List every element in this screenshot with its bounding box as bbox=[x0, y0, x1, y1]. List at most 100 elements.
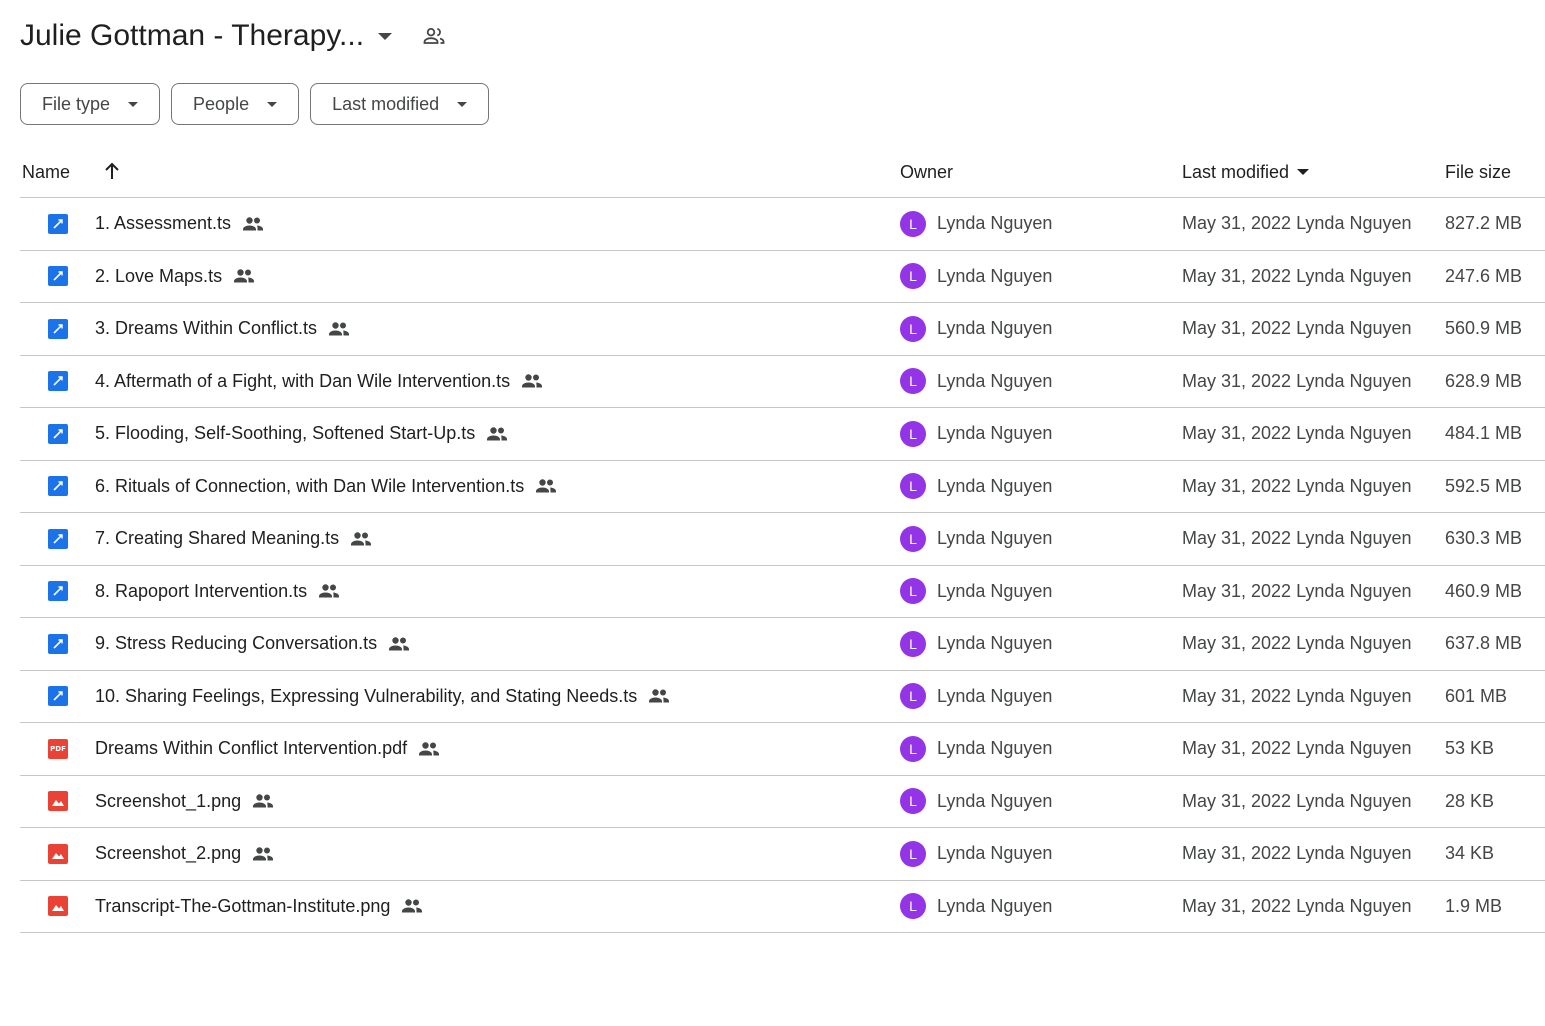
people-icon bbox=[648, 688, 670, 704]
owner-cell: L Lynda Nguyen bbox=[900, 671, 1052, 723]
avatar: L bbox=[900, 630, 926, 657]
video-file-icon bbox=[48, 318, 68, 339]
owner-cell: L Lynda Nguyen bbox=[900, 461, 1052, 513]
folder-title[interactable]: Julie Gottman - Therapy... bbox=[20, 19, 364, 53]
owner-cell: L Lynda Nguyen bbox=[900, 356, 1052, 408]
column-header-last-modified[interactable]: Last modified bbox=[1182, 146, 1310, 198]
last-modified-value: May 31, 2022 Lynda Nguyen bbox=[1182, 895, 1412, 916]
owner-cell: L Lynda Nguyen bbox=[900, 776, 1052, 828]
file-name: 2. Love Maps.ts bbox=[95, 265, 223, 286]
file-type-filter-label: File type bbox=[42, 93, 111, 114]
file-name: 5. Flooding, Self-Soothing, Softened Sta… bbox=[95, 423, 476, 444]
file-name-cell: 5. Flooding, Self-Soothing, Softened Sta… bbox=[95, 408, 508, 460]
file-size-value: 592.5 MB bbox=[1445, 475, 1523, 496]
video-file-icon bbox=[48, 266, 68, 287]
owner-cell: L Lynda Nguyen bbox=[900, 408, 1052, 460]
table-row[interactable]: 4. Aftermath of a Fight, with Dan Wile I… bbox=[20, 356, 1545, 408]
owner-cell: L Lynda Nguyen bbox=[900, 618, 1052, 670]
owner-name: Lynda Nguyen bbox=[937, 843, 1053, 864]
owner-name: Lynda Nguyen bbox=[937, 213, 1053, 234]
table-row[interactable]: 5. Flooding, Self-Soothing, Softened Sta… bbox=[20, 408, 1545, 461]
table-row[interactable]: 2. Love Maps.ts L Lynda Nguyen May 31, 2… bbox=[20, 251, 1545, 303]
file-size-value: 637.8 MB bbox=[1445, 633, 1523, 654]
pdf-file-icon: PDF bbox=[48, 738, 68, 759]
arrow-up-icon[interactable] bbox=[102, 160, 122, 187]
owner-cell: L Lynda Nguyen bbox=[900, 513, 1052, 565]
owner-cell: L Lynda Nguyen bbox=[900, 723, 1052, 775]
people-icon bbox=[252, 793, 274, 809]
people-icon bbox=[233, 268, 255, 284]
column-header-name[interactable]: Name bbox=[22, 146, 70, 198]
file-size-value: 1.9 MB bbox=[1445, 895, 1503, 916]
file-name: 1. Assessment.ts bbox=[95, 213, 232, 234]
owner-name: Lynda Nguyen bbox=[937, 895, 1053, 916]
owner-name: Lynda Nguyen bbox=[937, 370, 1053, 391]
last-modified-value: May 31, 2022 Lynda Nguyen bbox=[1182, 843, 1412, 864]
last-modified-value: May 31, 2022 Lynda Nguyen bbox=[1182, 213, 1412, 234]
people-icon[interactable] bbox=[422, 24, 446, 48]
table-row[interactable]: Transcript-The-Gottman-Institute.png L L… bbox=[20, 881, 1545, 933]
file-size-value: 28 KB bbox=[1445, 790, 1495, 811]
owner-name: Lynda Nguyen bbox=[937, 318, 1053, 339]
video-file-icon bbox=[48, 686, 68, 707]
file-name-cell: Transcript-The-Gottman-Institute.png bbox=[95, 881, 423, 933]
table-header: Name Owner Last modified File size bbox=[20, 146, 1545, 198]
table-row[interactable]: 10. Sharing Feelings, Expressing Vulnera… bbox=[20, 671, 1545, 723]
owner-name: Lynda Nguyen bbox=[937, 580, 1053, 601]
file-name: 10. Sharing Feelings, Expressing Vulnera… bbox=[95, 685, 638, 706]
table-row[interactable]: 1. Assessment.ts L Lynda Nguyen May 31, … bbox=[20, 198, 1545, 251]
table-row[interactable]: PDF Dreams Within Conflict Intervention.… bbox=[20, 723, 1545, 776]
avatar: L bbox=[900, 788, 926, 815]
owner-name: Lynda Nguyen bbox=[937, 685, 1053, 706]
file-type-filter[interactable]: File type bbox=[20, 83, 161, 125]
column-header-last-modified-label: Last modified bbox=[1182, 161, 1290, 182]
folder-menu-caret-icon[interactable] bbox=[378, 32, 393, 40]
column-header-owner: Owner bbox=[900, 161, 954, 182]
owner-name: Lynda Nguyen bbox=[937, 528, 1053, 549]
file-rows: 1. Assessment.ts L Lynda Nguyen May 31, … bbox=[20, 198, 1545, 933]
file-size-value: 601 MB bbox=[1445, 685, 1508, 706]
people-icon bbox=[318, 583, 340, 599]
owner-cell: L Lynda Nguyen bbox=[900, 566, 1052, 618]
file-name: 7. Creating Shared Meaning.ts bbox=[95, 528, 340, 549]
last-modified-value: May 31, 2022 Lynda Nguyen bbox=[1182, 370, 1412, 391]
file-name: 3. Dreams Within Conflict.ts bbox=[95, 318, 318, 339]
file-name: Screenshot_2.png bbox=[95, 843, 242, 864]
table-row[interactable]: Screenshot_2.png L Lynda Nguyen May 31, … bbox=[20, 828, 1545, 881]
avatar: L bbox=[900, 893, 926, 920]
avatar: L bbox=[900, 525, 926, 552]
avatar: L bbox=[900, 683, 926, 710]
table-row[interactable]: Screenshot_1.png L Lynda Nguyen May 31, … bbox=[20, 776, 1545, 828]
table-row[interactable]: 7. Creating Shared Meaning.ts L Lynda Ng… bbox=[20, 513, 1545, 566]
people-icon bbox=[521, 373, 543, 389]
last-modified-filter[interactable]: Last modified bbox=[310, 83, 490, 125]
video-file-icon bbox=[48, 581, 68, 602]
folder-header: Julie Gottman - Therapy... bbox=[20, 14, 446, 58]
avatar: L bbox=[900, 368, 926, 395]
file-name-cell: 6. Rituals of Connection, with Dan Wile … bbox=[95, 461, 557, 513]
table-row[interactable]: 8. Rapoport Intervention.ts L Lynda Nguy… bbox=[20, 566, 1545, 618]
file-name-cell: 9. Stress Reducing Conversation.ts bbox=[95, 618, 410, 670]
table-row[interactable]: 6. Rituals of Connection, with Dan Wile … bbox=[20, 461, 1545, 513]
people-icon bbox=[350, 531, 372, 547]
video-file-icon bbox=[48, 476, 68, 497]
table-row[interactable]: 9. Stress Reducing Conversation.ts L Lyn… bbox=[20, 618, 1545, 671]
people-icon bbox=[535, 478, 557, 494]
table-row[interactable]: 3. Dreams Within Conflict.ts L Lynda Ngu… bbox=[20, 303, 1545, 356]
owner-cell: L Lynda Nguyen bbox=[900, 828, 1052, 880]
people-icon bbox=[418, 741, 440, 757]
file-size-value: 34 KB bbox=[1445, 843, 1495, 864]
last-modified-value: May 31, 2022 Lynda Nguyen bbox=[1182, 318, 1412, 339]
file-name: Screenshot_1.png bbox=[95, 790, 242, 811]
file-name-cell: Screenshot_1.png bbox=[95, 776, 274, 828]
filter-bar: File type People Last modified bbox=[20, 83, 490, 125]
avatar: L bbox=[900, 420, 926, 447]
video-file-icon bbox=[48, 371, 68, 392]
file-name-cell: Screenshot_2.png bbox=[95, 828, 274, 880]
chevron-down-icon bbox=[267, 101, 278, 107]
people-filter[interactable]: People bbox=[171, 83, 300, 125]
owner-cell: L Lynda Nguyen bbox=[900, 251, 1052, 303]
file-name-cell: Dreams Within Conflict Intervention.pdf bbox=[95, 723, 440, 775]
last-modified-value: May 31, 2022 Lynda Nguyen bbox=[1182, 738, 1412, 759]
file-size-value: 827.2 MB bbox=[1445, 213, 1523, 234]
